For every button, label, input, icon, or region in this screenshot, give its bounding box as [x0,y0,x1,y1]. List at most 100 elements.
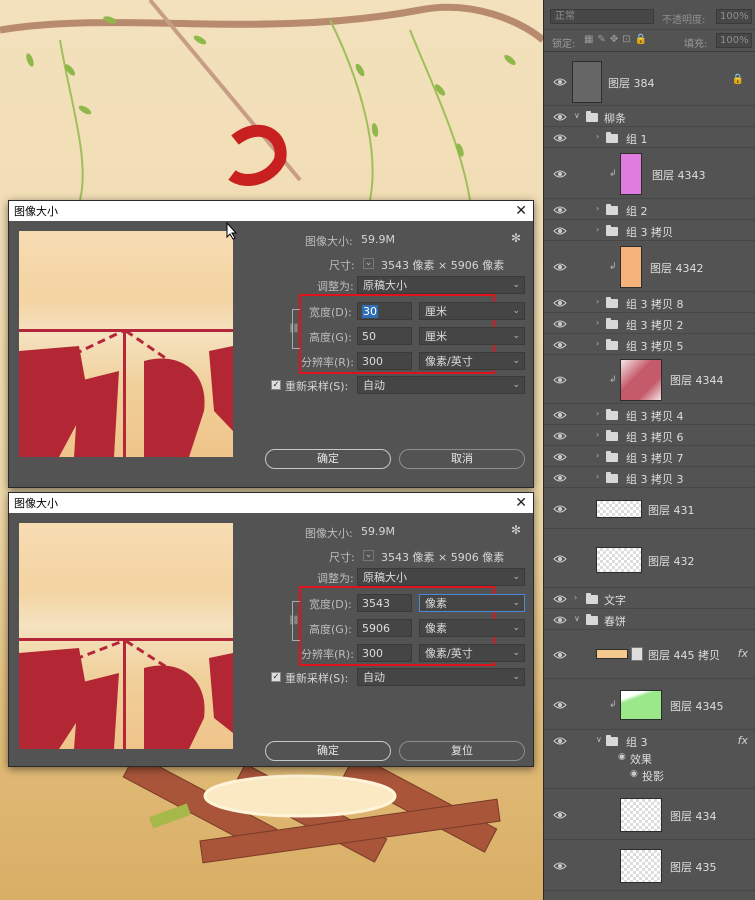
eye-icon[interactable] [553,169,567,179]
layer-row[interactable]: ↲ 图层 4343 [544,149,755,199]
expand-arrow-icon[interactable]: ∨ [574,111,580,120]
image-preview[interactable] [19,523,233,749]
collapse-arrow-icon[interactable]: › [596,132,599,141]
layer-group-row[interactable]: › 组 3 拷贝 3 [544,468,755,488]
eye-icon[interactable] [553,205,567,215]
gear-icon[interactable]: ✻ [511,523,521,537]
eye-icon[interactable] [553,319,567,329]
layer-group-row[interactable]: › 组 3 拷贝 [544,221,755,241]
collapse-arrow-icon[interactable]: › [596,204,599,213]
chevron-down-icon[interactable]: ⌄ [363,258,374,269]
eye-icon[interactable] [553,594,567,604]
width-unit-select[interactable]: 厘米 ⌄ [419,302,525,320]
resolution-unit-select[interactable]: 像素/英寸 ⌄ [419,644,525,662]
cancel-button[interactable]: 取消 [399,449,525,469]
opacity-input[interactable]: 100% [716,9,752,24]
layer-row[interactable]: ↲ 图层 4345 [544,680,755,730]
chain-link-icon[interactable]: ⛓ [288,324,299,334]
effect-eye-icon[interactable]: ◉ [630,769,638,779]
eye-icon[interactable] [553,452,567,462]
width-unit-select[interactable]: 像素 ⌄ [419,594,525,612]
layer-row[interactable]: ↲ 图层 4344 [544,356,755,404]
resolution-input[interactable]: 300 [357,352,412,370]
gear-icon[interactable]: ✻ [511,231,521,245]
eye-icon[interactable] [553,650,567,660]
layer-group-row[interactable]: › 组 3 拷贝 2 [544,314,755,334]
eye-icon[interactable] [553,615,567,625]
close-icon[interactable]: ✕ [515,204,527,218]
chain-link-icon[interactable]: ⛓ [288,616,299,626]
eye-icon[interactable] [553,504,567,514]
eye-icon[interactable] [553,226,567,236]
eye-icon[interactable] [553,77,567,87]
chevron-down-icon[interactable]: ⌄ [363,550,374,561]
eye-icon[interactable] [553,262,567,272]
collapse-arrow-icon[interactable]: › [596,297,599,306]
layer-group-row[interactable]: ∨ 春饼 [544,610,755,630]
eye-icon[interactable] [553,736,567,746]
collapse-arrow-icon[interactable]: › [596,451,599,460]
layer-row[interactable]: 图层 445 拷贝 fx [544,631,755,679]
height-unit-select[interactable]: 像素 ⌄ [419,619,525,637]
layer-group-row[interactable]: › 组 3 拷贝 5 [544,335,755,355]
eye-icon[interactable] [553,375,567,385]
resample-checkbox[interactable]: ✓ [271,380,281,390]
expand-arrow-icon[interactable]: ∨ [596,735,602,744]
eye-icon[interactable] [553,810,567,820]
dialog-title-bar[interactable]: 图像大小 ✕ [9,493,533,513]
height-input[interactable]: 50 [357,327,412,345]
reset-button[interactable]: 复位 [399,741,525,761]
eye-icon[interactable] [553,554,567,564]
expand-arrow-icon[interactable]: ∨ [574,614,580,623]
collapse-arrow-icon[interactable]: › [596,339,599,348]
height-input[interactable]: 5906 [357,619,412,637]
ok-button[interactable]: 确定 [265,741,391,761]
eye-icon[interactable] [553,473,567,483]
layer-row[interactable]: 图层 432 [544,530,755,588]
fit-to-select[interactable]: 原稿大小 ⌄ [357,568,525,586]
width-input[interactable]: 30 [357,302,412,320]
layer-row[interactable]: 图层 434 [544,790,755,840]
eye-icon[interactable] [553,298,567,308]
eye-icon[interactable] [553,700,567,710]
eye-icon[interactable] [553,112,567,122]
fit-to-select[interactable]: 原稿大小 ⌄ [357,276,525,294]
layer-group-row[interactable]: › 组 3 拷贝 6 [544,426,755,446]
resample-select[interactable]: 自动 ⌄ [357,668,525,686]
resample-checkbox[interactable]: ✓ [271,672,281,682]
layer-group-row[interactable]: ∨ 组 3 fx ◉ 效果 ◉ 投影 [544,731,755,789]
eye-icon[interactable] [553,340,567,350]
ok-button[interactable]: 确定 [265,449,391,469]
lock-icons[interactable]: ▦✎✥⊡🔒 [584,34,651,45]
layer-row[interactable]: 图层 431 [544,489,755,529]
layer-row[interactable]: ↲ 图层 4342 [544,242,755,292]
layer-row[interactable]: 图层 384 🔒 [544,57,755,106]
layer-group-row[interactable]: ∨ 柳条 [544,107,755,127]
resolution-input[interactable]: 300 [357,644,412,662]
layer-group-row[interactable]: › 文字 [544,589,755,609]
fill-input[interactable]: 100% [716,33,752,48]
layer-group-row[interactable]: › 组 3 拷贝 7 [544,447,755,467]
close-icon[interactable]: ✕ [515,496,527,510]
eye-icon[interactable] [553,861,567,871]
blend-mode-select[interactable]: 正常 [550,9,654,24]
collapse-arrow-icon[interactable]: › [596,409,599,418]
height-unit-select[interactable]: 厘米 ⌄ [419,327,525,345]
collapse-arrow-icon[interactable]: › [596,430,599,439]
image-preview[interactable] [19,231,233,457]
collapse-arrow-icon[interactable]: › [574,593,577,602]
resolution-unit-select[interactable]: 像素/英寸 ⌄ [419,352,525,370]
resample-select[interactable]: 自动 ⌄ [357,376,525,394]
collapse-arrow-icon[interactable]: › [596,472,599,481]
fx-icon[interactable]: fx [738,734,748,747]
collapse-arrow-icon[interactable]: › [596,225,599,234]
eye-icon[interactable] [553,431,567,441]
dialog-title-bar[interactable]: 图像大小 ✕ [9,201,533,221]
layer-group-row[interactable]: › 组 2 [544,200,755,220]
layer-row[interactable]: 图层 435 [544,841,755,891]
effect-eye-icon[interactable]: ◉ [618,752,626,762]
layer-group-row[interactable]: › 组 3 拷贝 4 [544,405,755,425]
eye-icon[interactable] [553,410,567,420]
fx-icon[interactable]: fx [738,647,748,660]
eye-icon[interactable] [553,133,567,143]
